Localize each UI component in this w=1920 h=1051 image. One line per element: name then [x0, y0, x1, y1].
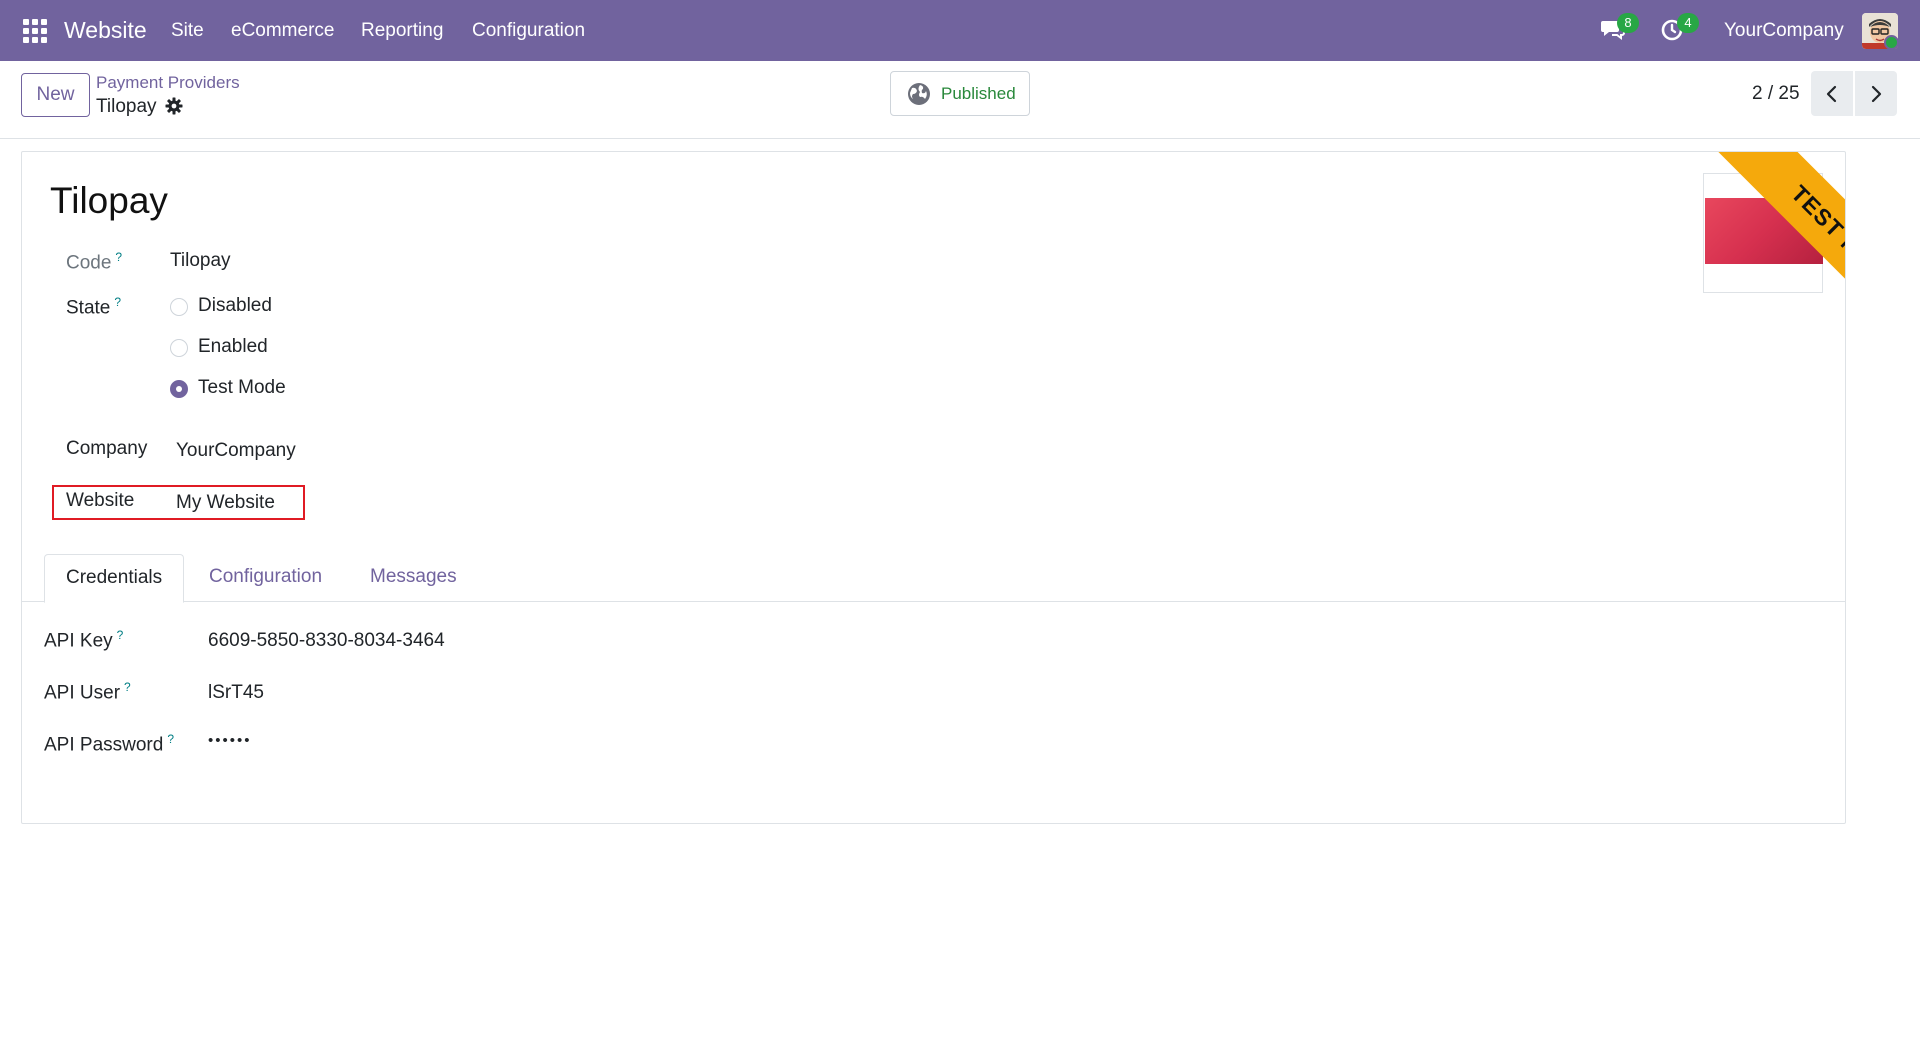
company-switcher[interactable]: YourCompany [1724, 20, 1844, 42]
tab-configuration[interactable]: Configuration [188, 554, 343, 603]
api-user-label: API User? [44, 680, 131, 704]
radio-enabled[interactable] [170, 339, 188, 357]
help-tooltip-icon[interactable]: ? [117, 628, 124, 642]
app-name[interactable]: Website [64, 17, 147, 44]
menu-configuration[interactable]: Configuration [472, 20, 585, 42]
activities-button[interactable]: 4 [1660, 13, 1699, 45]
globe-icon [908, 83, 930, 105]
breadcrumb-current: Tilopay [96, 96, 157, 117]
state-label: State? [66, 295, 122, 319]
tab-messages[interactable]: Messages [349, 554, 478, 603]
chevron-right-icon [1871, 85, 1882, 103]
menu-reporting[interactable]: Reporting [361, 20, 443, 42]
help-tooltip-icon[interactable]: ? [167, 732, 174, 746]
apps-menu-icon[interactable] [23, 19, 47, 43]
control-panel: New Payment Providers Tilopay Published [0, 61, 1920, 139]
code-value: Tilopay [170, 250, 231, 271]
pager-value[interactable]: 2 / 25 [1752, 83, 1800, 105]
record-title[interactable]: Tilopay [50, 180, 168, 222]
website-field[interactable]: My Website [176, 492, 275, 514]
menu-ecommerce[interactable]: eCommerce [231, 20, 334, 42]
company-field[interactable]: YourCompany [176, 440, 296, 462]
provider-logo-thumbnail [1705, 198, 1823, 264]
menu-site[interactable]: Site [171, 20, 204, 42]
code-label: Code? [66, 250, 123, 274]
website-label: Website [66, 490, 135, 511]
published-label: Published [941, 84, 1016, 103]
messages-button[interactable]: 8 [1600, 13, 1639, 45]
provider-image[interactable] [1703, 173, 1823, 293]
help-tooltip-icon[interactable]: ? [124, 680, 131, 694]
pager-previous-button[interactable] [1811, 71, 1853, 116]
company-label: Company [66, 438, 148, 459]
top-navbar: Website Site eCommerce Reporting Configu… [0, 0, 1920, 61]
activities-count-badge: 4 [1677, 13, 1699, 33]
online-status-dot [1884, 35, 1899, 50]
api-password-label: API Password? [44, 732, 175, 756]
breadcrumb-parent[interactable]: Payment Providers [96, 73, 240, 93]
api-key-label: API Key? [44, 628, 124, 652]
api-password-field[interactable]: •••••• [208, 732, 252, 749]
api-key-field[interactable]: 6609-5850-8330-8034-3464 [208, 630, 445, 652]
chevron-left-icon [1826, 85, 1837, 103]
published-toggle-button[interactable]: Published [890, 71, 1030, 116]
new-button[interactable]: New [21, 73, 90, 117]
gear-icon[interactable] [164, 96, 184, 116]
messages-count-badge: 8 [1617, 13, 1639, 33]
tab-credentials[interactable]: Credentials [44, 554, 185, 603]
api-user-field[interactable]: lSrT45 [208, 682, 264, 704]
notebook-tabs: Credentials Configuration Messages [22, 552, 1845, 603]
pager-next-button[interactable] [1855, 71, 1897, 116]
help-tooltip-icon[interactable]: ? [114, 295, 121, 309]
radio-disabled[interactable] [170, 298, 188, 316]
radio-test-mode[interactable] [170, 380, 188, 398]
help-tooltip-icon[interactable]: ? [115, 250, 122, 264]
form-sheet: TEST MODE Tilopay Code? Tilopay State? D… [21, 151, 1846, 824]
